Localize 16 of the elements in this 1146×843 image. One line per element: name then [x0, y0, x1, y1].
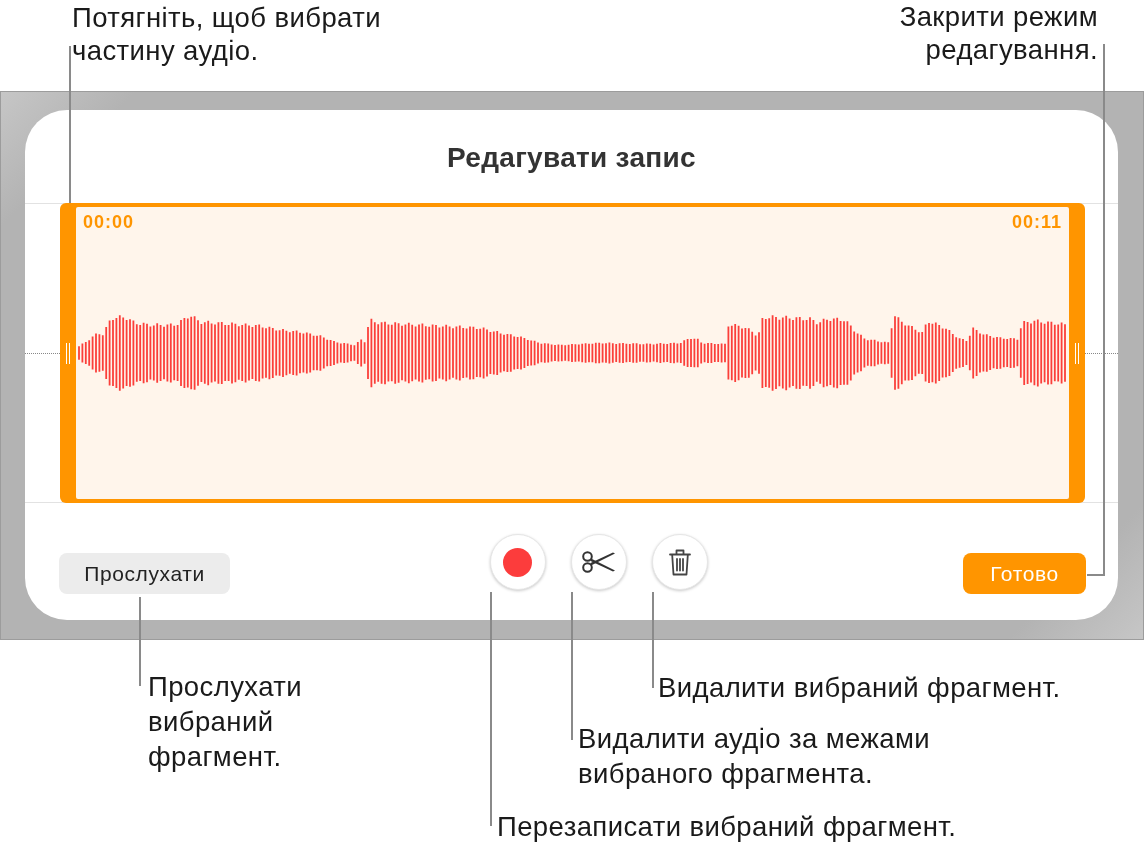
callout-text: Потягніть, щоб вибрати частину аудіо. [72, 1, 381, 67]
end-time: 00:11 [1011, 212, 1062, 232]
callout-text: Перезаписати вибраний фрагмент. [497, 810, 957, 843]
trim-button[interactable] [570, 534, 627, 590]
start-time: 00:00 [83, 212, 135, 232]
callout-text: Закрити режим редагування. [899, 0, 1098, 66]
delete-button[interactable] [651, 534, 708, 590]
record-button[interactable] [489, 534, 546, 590]
callout-text: Видалити вибраний фрагмент. [658, 671, 1061, 705]
record-icon [503, 547, 532, 577]
callout-text: Прослухати вибраний фрагмент. [148, 670, 302, 774]
dialog-title: Редагувати запис [447, 143, 696, 173]
callout-text: Видалити аудіо за межами вибраного фрагмента. [578, 722, 930, 791]
play-button[interactable]: Прослухати [59, 553, 230, 594]
scissors-icon [581, 551, 616, 573]
trash-icon [668, 548, 691, 576]
